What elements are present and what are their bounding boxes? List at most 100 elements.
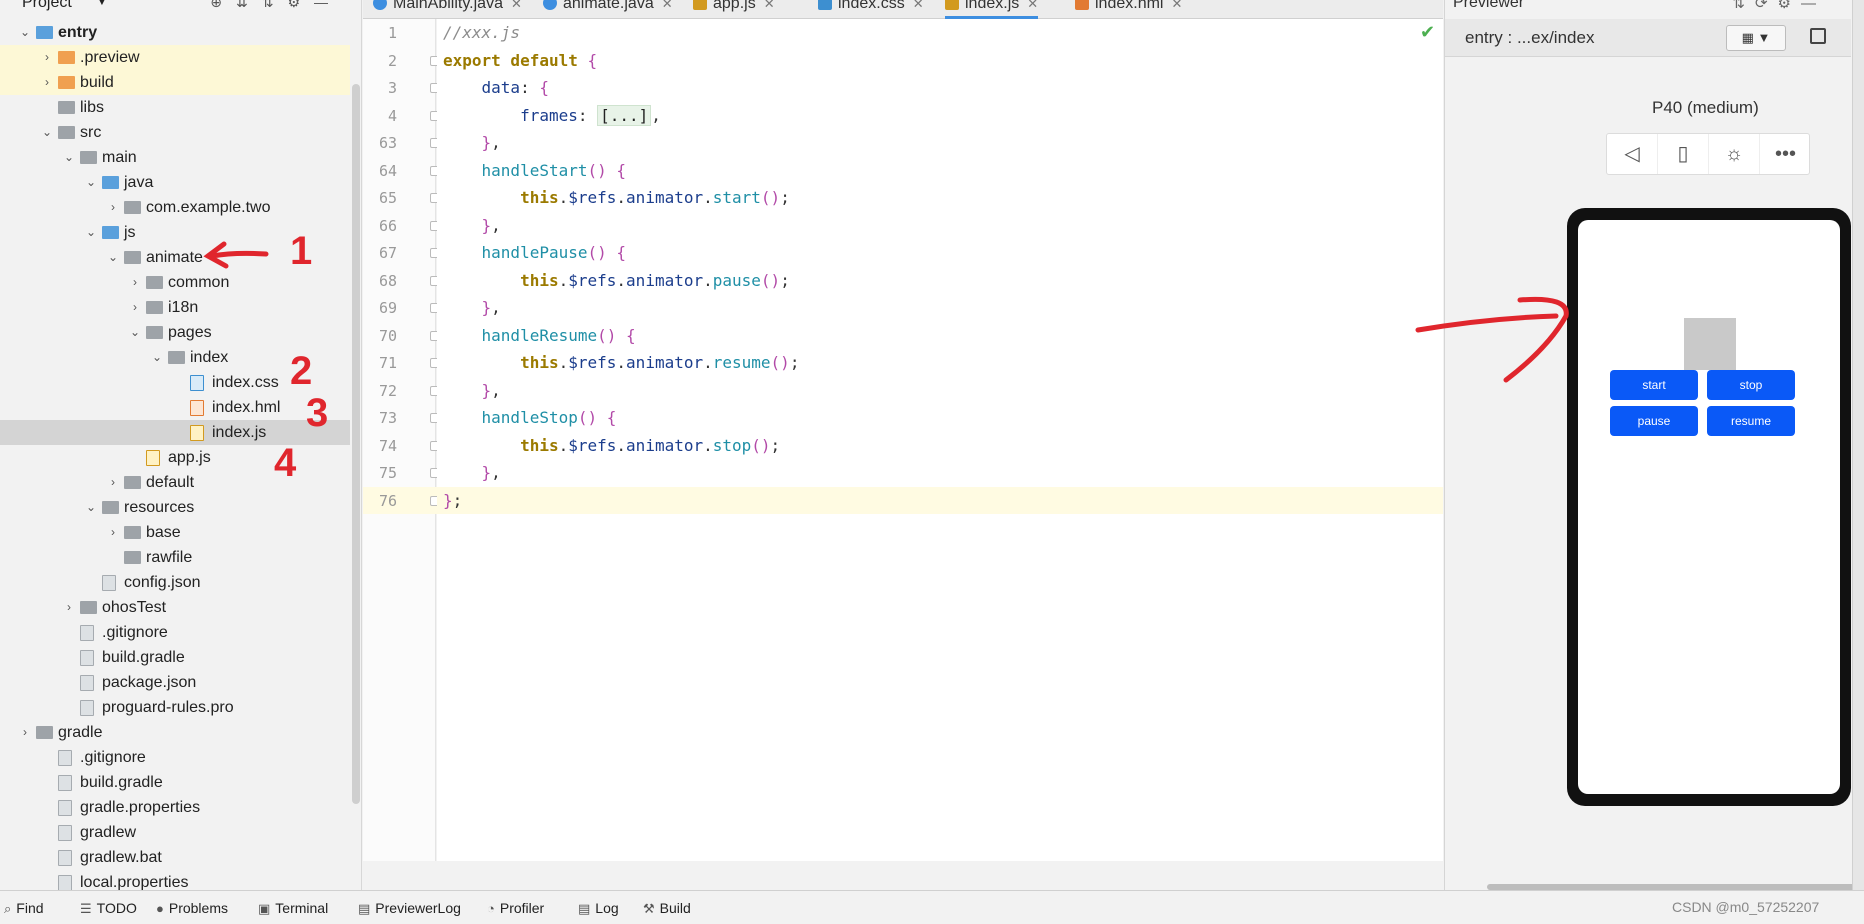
close-icon[interactable]: ✕	[913, 0, 924, 11]
multi-device-icon[interactable]	[1810, 28, 1826, 44]
tree-item[interactable]: ⌄ animate	[0, 245, 350, 270]
tool-window-previewerlog[interactable]: ▤ PreviewerLog	[358, 897, 461, 919]
tree-item[interactable]: config.json	[0, 570, 350, 595]
editor-tab[interactable]: index.hml ✕	[1075, 0, 1182, 19]
close-icon[interactable]: ✕	[511, 0, 522, 11]
tree-item[interactable]: local.properties	[0, 870, 350, 890]
tree-item[interactable]: › com.example.two	[0, 195, 350, 220]
chevron-right-icon[interactable]: ›	[128, 295, 142, 320]
chevron-down-icon[interactable]: ⌄	[84, 495, 98, 520]
close-icon[interactable]: ✕	[764, 0, 775, 11]
editor-tab[interactable]: index.css ✕	[818, 0, 924, 19]
tool-window-build[interactable]: ⚒ Build	[643, 897, 691, 919]
chevron-right-icon[interactable]: ›	[106, 470, 120, 495]
chevron-right-icon[interactable]: ›	[128, 270, 142, 295]
close-icon[interactable]: ✕	[662, 0, 673, 11]
tool-window-profiler[interactable]: ◔ Profiler	[487, 897, 544, 919]
chevron-right-icon[interactable]: ›	[62, 595, 76, 620]
tool-window-log[interactable]: ▤ Log	[578, 897, 619, 919]
editor-tab[interactable]: index.js ✕	[945, 0, 1039, 19]
tree-item[interactable]: index.hml	[0, 395, 350, 420]
close-icon[interactable]: ✕	[1027, 0, 1038, 11]
pause-button[interactable]: pause	[1610, 406, 1698, 436]
tree-item[interactable]: › .preview	[0, 45, 350, 70]
tree-item[interactable]: rawfile	[0, 545, 350, 570]
editor-tab[interactable]: animate.java ✕	[543, 0, 673, 19]
tree-item[interactable]: ⌄ src	[0, 120, 350, 145]
chevron-down-icon[interactable]: ⌄	[150, 345, 164, 370]
tree-item[interactable]: build.gradle	[0, 770, 350, 795]
tree-item-label: .gitignore	[80, 749, 146, 766]
tool-window-todo[interactable]: ☰ TODO	[80, 897, 137, 919]
tree-item[interactable]: › default	[0, 470, 350, 495]
code-line: this.$refs.animator.pause();	[437, 267, 1443, 294]
start-button[interactable]: start	[1610, 370, 1698, 400]
tool-window-terminal[interactable]: ▣ Terminal	[258, 897, 328, 919]
tree-item[interactable]: ⌄ main	[0, 145, 350, 170]
right-tool-strip[interactable]	[1852, 0, 1864, 890]
tree-item[interactable]: › i18n	[0, 295, 350, 320]
tab-label: app.js	[713, 0, 756, 12]
folder-icon	[58, 101, 75, 114]
chevron-down-icon[interactable]: ⌄	[62, 145, 76, 170]
chevron-down-icon[interactable]: ⌄	[84, 220, 98, 245]
tool-window-find[interactable]: ⌕ Find	[4, 897, 44, 919]
tree-item[interactable]: › ohosTest	[0, 595, 350, 620]
code-token: this	[520, 188, 559, 207]
tree-item[interactable]: proguard-rules.pro	[0, 695, 350, 720]
chevron-right-icon[interactable]: ›	[106, 195, 120, 220]
tree-item[interactable]: ⌄ js	[0, 220, 350, 245]
project-title[interactable]: Project	[22, 0, 72, 12]
layout-dropdown[interactable]: ▦ ▼	[1726, 25, 1786, 51]
project-scrollbar[interactable]	[352, 84, 360, 804]
tree-item[interactable]: index.css	[0, 370, 350, 395]
code-token: () {	[587, 160, 627, 180]
chevron-down-icon[interactable]: ⌄	[40, 120, 54, 145]
chevron-down-icon[interactable]: ⌄	[128, 320, 142, 345]
rotate-icon[interactable]: ▯	[1658, 134, 1709, 174]
tree-item[interactable]: app.js	[0, 445, 350, 470]
tree-item[interactable]: gradle.properties	[0, 795, 350, 820]
tree-item-label: pages	[168, 324, 212, 341]
previewer-toolbar-icons[interactable]: ⇅⟳⚙—	[1732, 0, 1826, 12]
chevron-down-icon[interactable]: ⌄	[106, 245, 120, 270]
tree-item[interactable]: › common	[0, 270, 350, 295]
editor-tab[interactable]: MainAbility.java ✕	[373, 0, 522, 19]
back-icon[interactable]: ◁	[1607, 134, 1658, 174]
chevron-right-icon[interactable]: ›	[106, 520, 120, 545]
tree-item[interactable]: index.js	[0, 420, 350, 445]
tree-item[interactable]: libs	[0, 95, 350, 120]
tree-item[interactable]: .gitignore	[0, 745, 350, 770]
tree-item[interactable]: ⌄ java	[0, 170, 350, 195]
chevron-down-icon[interactable]: ⌄	[18, 20, 32, 45]
stop-button[interactable]: stop	[1707, 370, 1795, 400]
resume-button[interactable]: resume	[1707, 406, 1795, 436]
chevron-right-icon[interactable]: ›	[40, 70, 54, 95]
tree-item[interactable]: › build	[0, 70, 350, 95]
chevron-down-icon[interactable]: ⌄	[84, 170, 98, 195]
more-icon[interactable]: •••	[1760, 134, 1811, 174]
tree-item[interactable]: ⌄ entry	[0, 20, 350, 45]
tree-item[interactable]: › gradle	[0, 720, 350, 745]
line-number: 3	[387, 79, 397, 97]
code-line: },	[437, 459, 1443, 486]
tree-item[interactable]: ⌄ index	[0, 345, 350, 370]
tree-item[interactable]: ⌄ pages	[0, 320, 350, 345]
tree-item[interactable]: ⌄ resources	[0, 495, 350, 520]
chevron-down-icon[interactable]: ▼	[96, 0, 108, 8]
previewer-title: Previewer	[1453, 0, 1525, 11]
close-icon[interactable]: ✕	[1171, 0, 1182, 11]
tree-item[interactable]: build.gradle	[0, 645, 350, 670]
chevron-right-icon[interactable]: ›	[40, 45, 54, 70]
tree-item[interactable]: › base	[0, 520, 350, 545]
chevron-right-icon[interactable]: ›	[18, 720, 32, 745]
tree-item[interactable]: gradlew	[0, 820, 350, 845]
project-toolbar-icons[interactable]: ⊕⇊⇅⚙—	[210, 0, 342, 11]
editor-tab[interactable]: app.js ✕	[693, 0, 775, 19]
tree-item[interactable]: package.json	[0, 670, 350, 695]
tree-item[interactable]: gradlew.bat	[0, 845, 350, 870]
brightness-icon[interactable]: ☼	[1709, 134, 1760, 174]
code-editor[interactable]: //xxx.js export default { data: { frames:…	[437, 19, 1443, 861]
tree-item[interactable]: .gitignore	[0, 620, 350, 645]
tool-window-problems[interactable]: ● Problems	[156, 897, 228, 919]
